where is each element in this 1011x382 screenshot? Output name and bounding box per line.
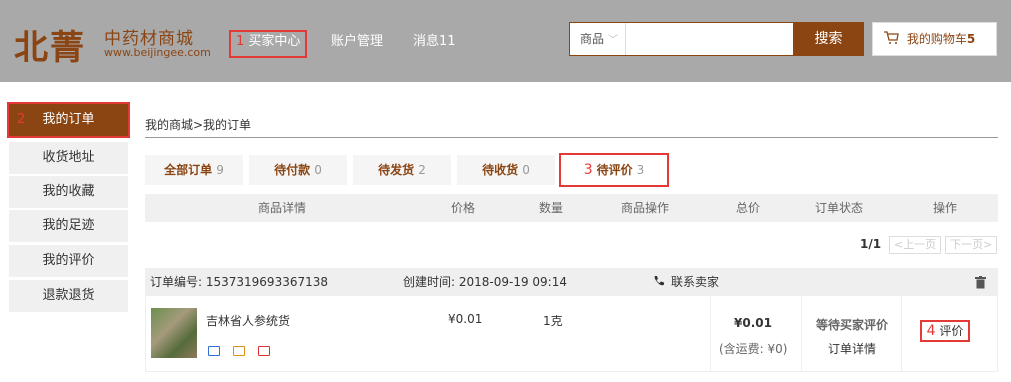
order-created-time: 创建时间: 2018-09-19 09:14	[403, 275, 567, 289]
annotation-number: 3	[583, 162, 593, 178]
review-label: 评价	[939, 324, 964, 338]
id-card-icon	[208, 346, 220, 356]
logo-url: www.beijingee.com	[104, 46, 211, 59]
tab-label: 待收货	[482, 163, 519, 177]
nav-messages[interactable]: 消息11	[413, 32, 456, 56]
sidebar-item-refunds[interactable]: 退款退货	[9, 280, 128, 312]
item-quantity: 1克	[543, 314, 563, 328]
divider	[145, 137, 998, 138]
certificate-icon	[233, 346, 245, 356]
tab-count: 0	[522, 163, 530, 177]
tab-label: 待评价	[596, 163, 633, 177]
search-bar: 商品 ﹀ 搜索	[569, 22, 864, 56]
annotation-number: 4	[926, 323, 936, 339]
contact-seller-link[interactable]: 联系卖家	[653, 268, 719, 296]
order-header: 订单编号: 1537319693367138 创建时间: 2018-09-19 …	[145, 268, 998, 296]
annotation-number: 1	[236, 34, 245, 49]
th-qty: 数量	[539, 201, 564, 215]
tab-label: 待发货	[378, 163, 415, 177]
th-product-ops: 商品操作	[621, 201, 670, 215]
search-category-select[interactable]: 商品 ﹀	[570, 23, 626, 55]
th-status: 订单状态	[815, 201, 864, 215]
sidebar-item-label: 我的订单	[42, 112, 95, 127]
order-total: ¥0.01	[734, 316, 772, 330]
next-page-button[interactable]: 下一页>	[945, 236, 998, 254]
th-price: 价格	[451, 201, 476, 215]
pagination: 1/1 <上一页 下一页>	[860, 236, 998, 254]
tab-pending-payment[interactable]: 待付款 0	[249, 155, 347, 185]
shipping-fee: (含运费: ¥0)	[719, 342, 788, 356]
sidebar-item-reviews[interactable]: 我的评价	[9, 245, 128, 277]
order-detail-link[interactable]: 订单详情	[828, 340, 876, 357]
nav-account[interactable]: 账户管理	[331, 32, 383, 56]
trash-icon[interactable]	[975, 276, 986, 289]
tab-count: 3	[636, 163, 645, 177]
prev-page-button[interactable]: <上一页	[888, 236, 942, 254]
search-button[interactable]: 搜索	[793, 22, 864, 56]
item-price: ¥0.01	[448, 312, 483, 326]
tab-label: 待付款	[274, 163, 311, 177]
order-status: 等待买家评价	[816, 318, 889, 332]
divider	[801, 296, 802, 372]
sidebar-item-address[interactable]: 收货地址	[9, 142, 128, 174]
top-header: 北菁 中药材商城 www.beijingee.com 1 买家中心 账户管理 消…	[0, 0, 1011, 82]
tab-count: 0	[314, 163, 322, 177]
tab-pending-receipt[interactable]: 待收货 0	[457, 155, 555, 185]
tab-pending-review[interactable]: 3 待评价 3	[559, 153, 669, 187]
breadcrumb: 我的商城>我的订单	[145, 118, 252, 132]
search-input[interactable]	[628, 27, 788, 51]
table-header: 商品详情 价格 数量 商品操作 总价 订单状态 操作	[145, 194, 998, 222]
review-button[interactable]: 4 评价	[920, 320, 970, 342]
search-category-label: 商品	[580, 32, 605, 46]
tab-label: 全部订单	[164, 163, 213, 177]
tab-all-orders[interactable]: 全部订单 9	[145, 155, 243, 185]
product-image[interactable]	[151, 308, 197, 358]
annotation-number: 2	[17, 112, 26, 127]
page-indicator: 1/1	[860, 237, 882, 251]
cart-icon	[884, 31, 899, 44]
contact-seller-label: 联系卖家	[671, 275, 720, 289]
product-name[interactable]: 吉林省人参统货	[206, 312, 290, 329]
order-row: 吉林省人参统货 ¥0.01 1克 ¥0.01 (含运费: ¥0) 等待买家评价 …	[145, 296, 998, 372]
chevron-down-icon: ﹀	[608, 35, 619, 46]
tab-pending-shipment[interactable]: 待发货 2	[353, 155, 451, 185]
th-product: 商品详情	[258, 201, 307, 215]
nav-label: 买家中心	[248, 34, 301, 49]
tab-count: 9	[216, 163, 224, 177]
th-actions: 操作	[933, 201, 958, 215]
cart-label: 我的购物车	[906, 32, 967, 46]
order-number: 订单编号: 1537319693367138	[150, 275, 329, 289]
cart-count: 5	[966, 32, 976, 46]
sidebar-item-my-orders[interactable]: 2 我的订单	[7, 102, 130, 138]
divider	[901, 296, 902, 372]
divider	[710, 296, 711, 372]
phone-icon	[654, 276, 664, 286]
nav-buyer-center[interactable]: 1 买家中心	[228, 30, 308, 58]
cart-button[interactable]: 我的购物车5	[872, 22, 997, 56]
license-icon	[258, 346, 270, 356]
sidebar-item-history[interactable]: 我的足迹	[9, 210, 128, 242]
tab-count: 2	[418, 163, 426, 177]
sidebar-item-favorites[interactable]: 我的收藏	[9, 176, 128, 208]
logo-main[interactable]: 北菁	[14, 20, 86, 69]
th-total: 总价	[736, 201, 761, 215]
